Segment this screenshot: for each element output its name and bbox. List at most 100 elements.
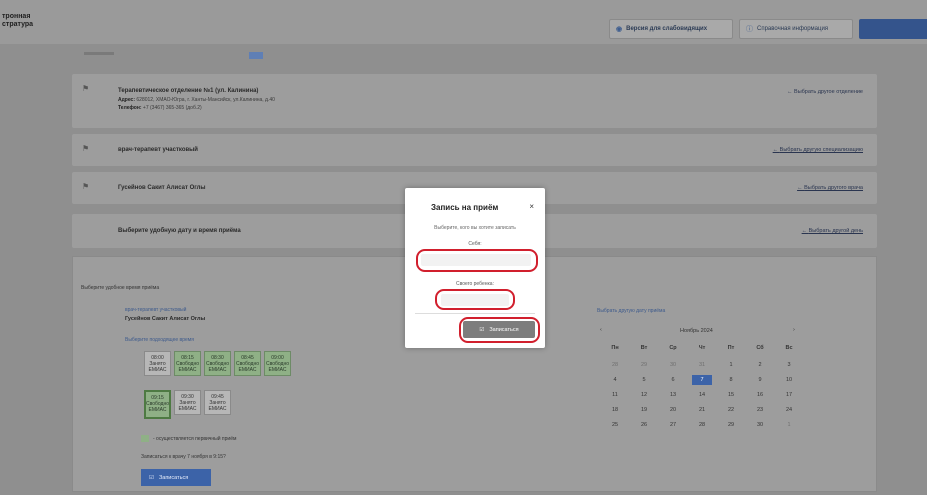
modal-subtitle: Выберите, кого вы хотите записать bbox=[434, 225, 516, 231]
calendar-day[interactable]: 25 bbox=[605, 420, 625, 430]
calendar-day[interactable]: 1 bbox=[779, 420, 799, 430]
flag-icon: ⚑ bbox=[82, 84, 90, 93]
time-slot-selected[interactable]: 09:15 Свободно ЕМИАС bbox=[144, 390, 171, 419]
schedule-pick-label: Выберите подходящее время bbox=[125, 337, 194, 343]
phone-label: Телефон: bbox=[118, 105, 142, 111]
info-icon: ⓘ bbox=[746, 26, 753, 33]
time-slot[interactable]: 08:45 Свободно ЕМИАС bbox=[234, 351, 261, 376]
self-label: Себя: bbox=[468, 241, 482, 247]
department-address: Адрес: 628012, ХМАО-Югра, г. Ханты-Манси… bbox=[118, 97, 275, 103]
weekday-label: Ср bbox=[669, 345, 677, 351]
slot-sub: ЕМИАС bbox=[148, 407, 167, 413]
calendar-day[interactable]: 29 bbox=[721, 420, 741, 430]
calendar-day[interactable]: 17 bbox=[779, 390, 799, 400]
logo[interactable]: тронная стратура bbox=[2, 13, 33, 29]
calendar-day[interactable]: 9 bbox=[750, 375, 770, 385]
slot-sub: ЕМИАС bbox=[208, 406, 227, 412]
change-day-link[interactable]: ← Выбрать другой день bbox=[802, 228, 863, 234]
slot-sub: ЕМИАС bbox=[238, 367, 257, 373]
calendar-day[interactable]: 6 bbox=[663, 375, 683, 385]
calendar-day[interactable]: 8 bbox=[721, 375, 741, 385]
help-info-button[interactable]: ⓘ Справочная информация bbox=[739, 19, 853, 39]
change-department-link[interactable]: ← Выбрать другое отделение bbox=[787, 89, 863, 95]
calendar-next[interactable]: › bbox=[793, 327, 795, 333]
change-doctor-link[interactable]: ← Выбрать другого врача bbox=[797, 185, 863, 191]
highlight-ring bbox=[416, 249, 538, 272]
flag-icon: ⚑ bbox=[82, 144, 90, 153]
account-button[interactable] bbox=[859, 19, 927, 39]
weekday-label: Вт bbox=[640, 345, 648, 351]
department-phone: Телефон: +7 (3467) 365-365 (доб.2) bbox=[118, 105, 202, 111]
change-day-label: Выбрать другой день bbox=[808, 228, 863, 234]
legend-swatch bbox=[141, 435, 149, 442]
booking-summary: Записаться к врачу 7 ноября в 9:15? bbox=[141, 454, 226, 460]
date-title: Выберите удобную дату и время приёма bbox=[118, 228, 241, 234]
time-slot[interactable]: 08:00 Занято ЕМИАС bbox=[144, 351, 171, 376]
calendar-day[interactable]: 18 bbox=[605, 405, 625, 415]
calendar-day[interactable]: 26 bbox=[634, 420, 654, 430]
change-specialty-link[interactable]: ← Выбрать другую специализацию bbox=[773, 147, 863, 153]
blurred-text bbox=[84, 52, 114, 55]
modal-title: Запись на приём bbox=[431, 203, 499, 212]
weekday-label: Сб bbox=[756, 345, 764, 351]
calendar-month: Ноябрь 2024 bbox=[680, 328, 713, 334]
change-specialty-label: Выбрать другую специализацию bbox=[779, 147, 863, 153]
time-slot[interactable]: 09:00 Свободно ЕМИАС bbox=[264, 351, 291, 376]
close-icon[interactable]: × bbox=[529, 202, 534, 211]
calendar-day[interactable]: 21 bbox=[692, 405, 712, 415]
calendar-day[interactable]: 14 bbox=[692, 390, 712, 400]
time-slot[interactable]: 09:30 Занято ЕМИАС bbox=[174, 390, 201, 415]
highlight-ring bbox=[435, 289, 515, 310]
department-title: Терапевтическое отделение №1 (ул. Калини… bbox=[118, 88, 259, 94]
blurred-breadcrumb bbox=[72, 47, 877, 63]
calendar-day[interactable]: 3 bbox=[779, 360, 799, 370]
calendar-day[interactable]: 27 bbox=[663, 420, 683, 430]
change-department-label: Выбрать другое отделение bbox=[794, 89, 863, 95]
calendar-day[interactable]: 2 bbox=[750, 360, 770, 370]
calendar-day[interactable]: 16 bbox=[750, 390, 770, 400]
low-vision-button[interactable]: ◉ Версия для слабовидящих bbox=[609, 19, 733, 39]
calendar-day[interactable]: 19 bbox=[634, 405, 654, 415]
top-bar: тронная стратура ◉ Версия для слабовидящ… bbox=[0, 0, 927, 44]
specialty-title: врач-терапевт участковый bbox=[118, 147, 198, 153]
legend-text: - осуществляется первичный приём bbox=[153, 436, 237, 442]
calendar-day[interactable]: 10 bbox=[779, 375, 799, 385]
address-label: Адрес: bbox=[118, 97, 135, 103]
calendar-day[interactable]: 1 bbox=[721, 360, 741, 370]
time-slot[interactable]: 09:45 Занято ЕМИАС bbox=[204, 390, 231, 415]
book-button-label: Записаться bbox=[158, 474, 189, 481]
flag-icon: ⚑ bbox=[82, 182, 90, 191]
logo-line2: стратура bbox=[2, 21, 34, 28]
slot-sub: ЕМИАС bbox=[268, 367, 287, 373]
calendar-day[interactable]: 13 bbox=[663, 390, 683, 400]
calendar-day[interactable]: 28 bbox=[605, 360, 625, 370]
time-slot[interactable]: 08:15 Свободно ЕМИАС bbox=[174, 351, 201, 376]
slot-sub: ЕМИАС bbox=[148, 367, 167, 373]
calendar-day[interactable]: 28 bbox=[692, 420, 712, 430]
calendar-day[interactable]: 30 bbox=[750, 420, 770, 430]
calendar-day[interactable]: 5 bbox=[634, 375, 654, 385]
calendar-day[interactable]: 22 bbox=[721, 405, 741, 415]
book-button[interactable]: ☑ Записаться bbox=[141, 469, 211, 486]
calendar-day[interactable]: 11 bbox=[605, 390, 625, 400]
calendar-day[interactable]: 15 bbox=[721, 390, 741, 400]
calendar-day[interactable]: 24 bbox=[779, 405, 799, 415]
child-label: Своего ребенка: bbox=[456, 281, 494, 287]
slot-sub: ЕМИАС bbox=[208, 367, 227, 373]
department-panel: ⚑ Терапевтическое отделение №1 (ул. Кали… bbox=[72, 74, 877, 128]
calendar-day[interactable]: 12 bbox=[634, 390, 654, 400]
weekday-label: Пн bbox=[611, 345, 619, 351]
calendar-day[interactable]: 4 bbox=[605, 375, 625, 385]
calendar-day[interactable]: 30 bbox=[663, 360, 683, 370]
highlight-ring bbox=[459, 317, 540, 343]
calendar-day[interactable]: 20 bbox=[663, 405, 683, 415]
schedule-heading: Выберите удобное время приёма bbox=[81, 285, 160, 291]
calendar-day[interactable]: 31 bbox=[692, 360, 712, 370]
low-vision-label: Версия для слабовидящих bbox=[626, 26, 708, 32]
other-date-link[interactable]: Выбрать другую дату приёма bbox=[597, 308, 665, 314]
time-slot[interactable]: 08:30 Свободно ЕМИАС bbox=[204, 351, 231, 376]
calendar-day[interactable]: 29 bbox=[634, 360, 654, 370]
calendar-day[interactable]: 7 bbox=[692, 375, 712, 385]
calendar-day[interactable]: 23 bbox=[750, 405, 770, 415]
calendar-prev[interactable]: ‹ bbox=[600, 327, 602, 333]
